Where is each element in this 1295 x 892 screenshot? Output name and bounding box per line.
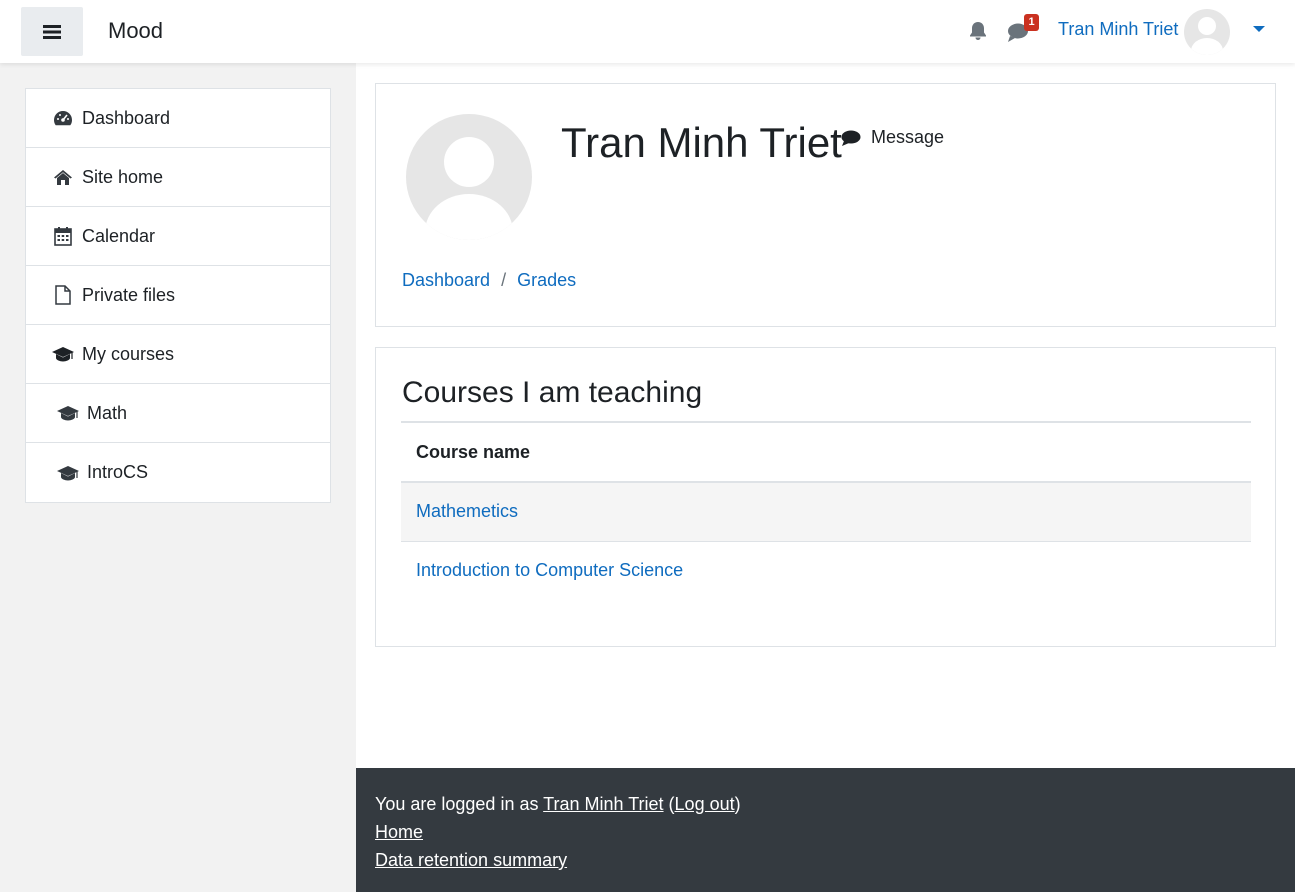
calendar-icon <box>51 225 75 247</box>
courses-section-title: Courses I am teaching <box>402 376 703 409</box>
login-info: You are logged in as Tran Minh Triet (Lo… <box>375 790 1276 818</box>
nav-drawer: Dashboard Site home Calendar Private fil… <box>0 63 356 892</box>
graduation-cap-icon <box>56 402 80 424</box>
breadcrumb: Dashboard / Grades <box>402 270 576 291</box>
sidebar-item-label: Dashboard <box>82 107 171 128</box>
avatar-placeholder-icon <box>1191 17 1223 55</box>
page-header-card: Tran Minh Triet Message Dashboard / Grad… <box>375 83 1276 327</box>
drawer-toggle-button[interactable] <box>21 7 83 56</box>
main-region: Tran Minh Triet Message Dashboard / Grad… <box>356 63 1295 768</box>
sidebar-item-label: Math <box>87 402 128 423</box>
graduation-cap-icon <box>56 462 80 484</box>
courses-teaching-card: Courses I am teaching Course name Mathem… <box>375 347 1276 647</box>
logged-in-prefix: You are logged in as <box>375 794 539 814</box>
page-footer: You are logged in as Tran Minh Triet (Lo… <box>356 768 1295 892</box>
table-cell: Introduction to Computer Science <box>401 541 1251 600</box>
sidebar-item-label: My courses <box>82 343 175 364</box>
graduation-cap-icon <box>51 343 75 365</box>
dashboard-icon <box>51 107 75 129</box>
table-header-row: Course name <box>401 421 1251 483</box>
sidebar-item-site-home[interactable]: Site home <box>26 148 330 207</box>
sidebar-item-label: Calendar <box>82 225 156 246</box>
comment-icon <box>841 130 861 146</box>
message-count-badge: 1 <box>1024 14 1039 31</box>
logout-paren-close: ) <box>734 794 741 814</box>
sidebar-item-dashboard[interactable]: Dashboard <box>26 89 330 148</box>
page-title: Tran Minh Triet <box>561 119 842 166</box>
courses-table: Course name Mathemetics Introduction to … <box>401 421 1251 600</box>
sidebar-item-calendar[interactable]: Calendar <box>26 207 330 266</box>
file-icon <box>51 284 75 306</box>
column-header-course-name: Course name <box>401 421 1251 483</box>
sidebar-item-label: Site home <box>82 166 164 187</box>
user-menu-name[interactable]: Tran Minh Triet <box>1058 19 1178 40</box>
avatar-placeholder-icon <box>425 137 513 240</box>
footer-user-link[interactable]: Tran Minh Triet <box>543 794 663 814</box>
sidebar-item-my-courses[interactable]: My courses <box>26 325 330 384</box>
message-button-label: Message <box>871 127 945 147</box>
top-navbar: Mood 1 Tran Minh Triet <box>0 0 1295 63</box>
breadcrumb-grades-link[interactable]: Grades <box>517 270 576 291</box>
sidebar-item-label: Private files <box>82 284 176 305</box>
footer-data-retention-link[interactable]: Data retention summary <box>375 850 567 870</box>
user-menu-caret-icon[interactable] <box>1253 26 1265 32</box>
sidebar-item-private-files[interactable]: Private files <box>26 266 330 325</box>
sidebar-item-label: IntroCS <box>87 462 149 482</box>
table-row: Mathemetics <box>401 482 1251 542</box>
table-cell: Mathemetics <box>401 482 1251 542</box>
site-brand[interactable]: Mood <box>108 18 163 44</box>
sidebar-item-introcs[interactable]: IntroCS <box>26 443 330 502</box>
message-button[interactable]: Message <box>841 127 944 148</box>
profile-picture[interactable] <box>406 114 532 240</box>
breadcrumb-separator: / <box>501 270 507 290</box>
nav-list: Dashboard Site home Calendar Private fil… <box>25 88 331 503</box>
home-icon <box>51 166 75 188</box>
logout-link[interactable]: Log out <box>675 794 735 814</box>
course-link-mathematics[interactable]: Mathemetics <box>416 501 518 521</box>
course-link-intro-cs[interactable]: Introduction to Computer Science <box>416 560 683 580</box>
hamburger-icon <box>43 24 61 39</box>
footer-home-link[interactable]: Home <box>375 822 423 842</box>
breadcrumb-dashboard-link[interactable]: Dashboard <box>402 270 490 291</box>
notifications-bell-icon[interactable] <box>966 19 990 43</box>
table-row: Introduction to Computer Science <box>401 541 1251 600</box>
user-avatar[interactable] <box>1184 9 1230 55</box>
sidebar-item-math[interactable]: Math <box>26 384 330 443</box>
